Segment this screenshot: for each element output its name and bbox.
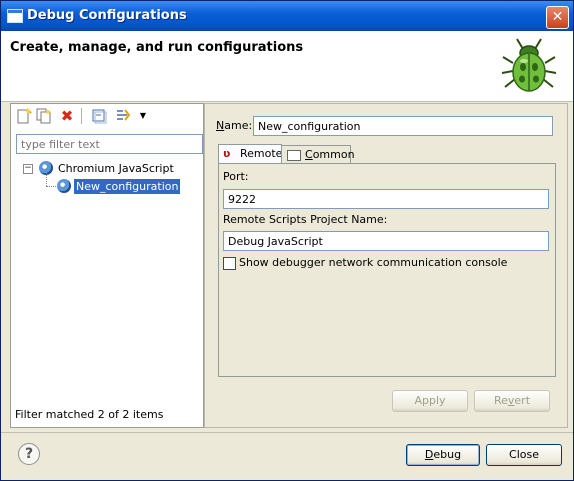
network-console-label[interactable]: Show debugger network communication cons… bbox=[239, 256, 507, 269]
network-console-checkbox[interactable] bbox=[223, 257, 236, 270]
window-title: Debug Configurations bbox=[27, 8, 187, 23]
filter-input[interactable] bbox=[16, 134, 203, 154]
revert-button[interactable]: Revert bbox=[474, 390, 550, 412]
window-icon bbox=[7, 9, 23, 23]
port-label: Port: bbox=[223, 170, 249, 183]
remote-tab-panel: Port: Remote Scripts Project Name: Show … bbox=[218, 163, 556, 377]
project-name-field[interactable] bbox=[223, 231, 549, 251]
filter-dropdown-chevron-down-icon[interactable]: ▼ bbox=[135, 108, 151, 124]
title-bar[interactable]: Debug Configurations ✕ bbox=[1, 1, 573, 31]
remote-icon: ʋ bbox=[223, 147, 231, 160]
help-icon[interactable]: ? bbox=[18, 443, 40, 465]
bug-icon bbox=[501, 38, 557, 92]
tree-connector bbox=[46, 173, 47, 186]
tab-remote[interactable]: ʋ Remote bbox=[218, 144, 282, 164]
common-icon bbox=[287, 150, 301, 161]
tab-remote-label: Remote bbox=[240, 147, 283, 160]
name-label-mnemonic: N bbox=[216, 119, 225, 132]
collapse-all-icon[interactable] bbox=[91, 108, 107, 124]
debug-configurations-dialog: Debug Configurations ✕ Create, manage, a… bbox=[0, 0, 574, 481]
name-label: Name: bbox=[216, 119, 252, 132]
tab-common[interactable]: Common bbox=[281, 145, 355, 164]
tree-item-new-configuration[interactable]: New_configuration bbox=[74, 179, 181, 194]
configuration-list-panel: ✖ ▼ − Chromium JavaScript New_configurat… bbox=[10, 103, 204, 428]
project-name-label: Remote Scripts Project Name: bbox=[223, 213, 388, 226]
delete-icon[interactable]: ✖ bbox=[59, 108, 75, 124]
close-window-button[interactable]: ✕ bbox=[546, 6, 569, 29]
duplicate-icon[interactable] bbox=[36, 108, 52, 124]
dialog-banner: Create, manage, and run configurations bbox=[1, 31, 573, 102]
name-field[interactable] bbox=[253, 116, 553, 136]
tree-collapse-toggle[interactable]: − bbox=[23, 164, 33, 174]
name-label-rest: ame: bbox=[224, 119, 253, 132]
tree-item-chromium-javascript[interactable]: Chromium JavaScript bbox=[58, 162, 174, 175]
apply-button[interactable]: Apply bbox=[392, 390, 468, 412]
footer-separator bbox=[1, 432, 573, 433]
close-button[interactable]: Close bbox=[486, 444, 562, 466]
configuration-editor-panel: Name: ʋ Remote Common Port: Remote Scrip… bbox=[204, 103, 568, 428]
toolbar-separator bbox=[81, 108, 82, 124]
debug-button[interactable]: Debug bbox=[406, 444, 480, 466]
configuration-toolbar: ✖ ▼ bbox=[11, 104, 203, 128]
tree-connector bbox=[46, 186, 56, 187]
filter-status: Filter matched 2 of 2 items bbox=[15, 408, 164, 421]
tab-common-label: Common bbox=[305, 148, 355, 161]
filter-icon[interactable] bbox=[115, 108, 131, 124]
banner-title: Create, manage, and run configurations bbox=[10, 40, 304, 55]
configuration-icon bbox=[57, 179, 71, 193]
new-config-icon[interactable] bbox=[16, 108, 32, 124]
port-field[interactable] bbox=[223, 189, 549, 209]
